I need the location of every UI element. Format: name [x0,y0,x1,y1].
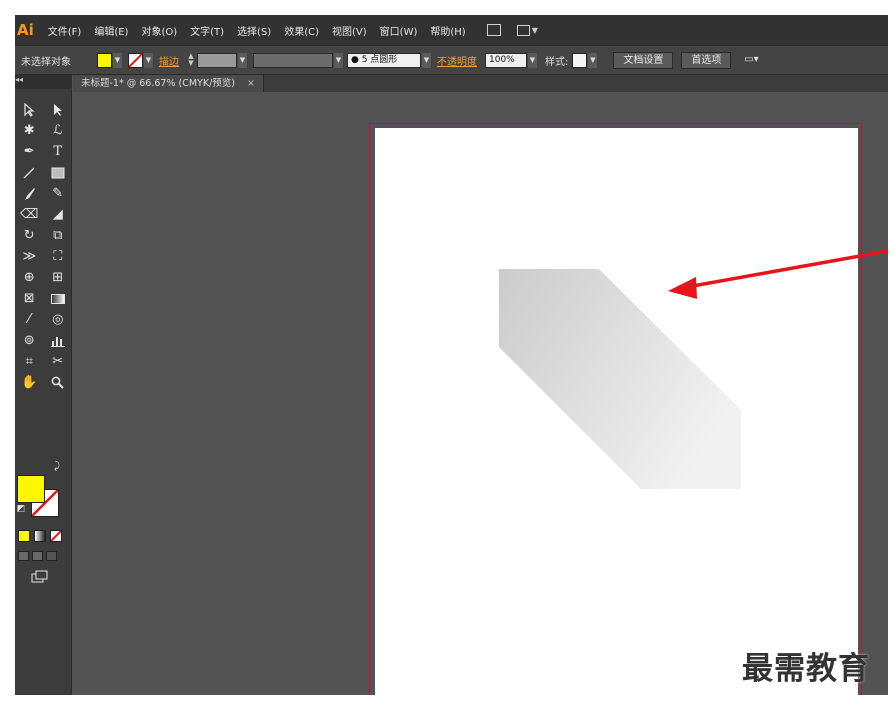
fill-color-box[interactable] [17,475,45,503]
pointer-arrow-head [668,277,697,299]
watermark-text: 最需教育 [742,651,870,687]
canvas-artwork [499,249,888,489]
pointer-arrow-line [686,249,888,289]
illustrator-window: Ai 文件(F) 编辑(E) 对象(O) 文字(T) 选择(S) 效果(C) 视… [15,15,888,695]
gradient-extruded-shape[interactable] [499,269,741,489]
